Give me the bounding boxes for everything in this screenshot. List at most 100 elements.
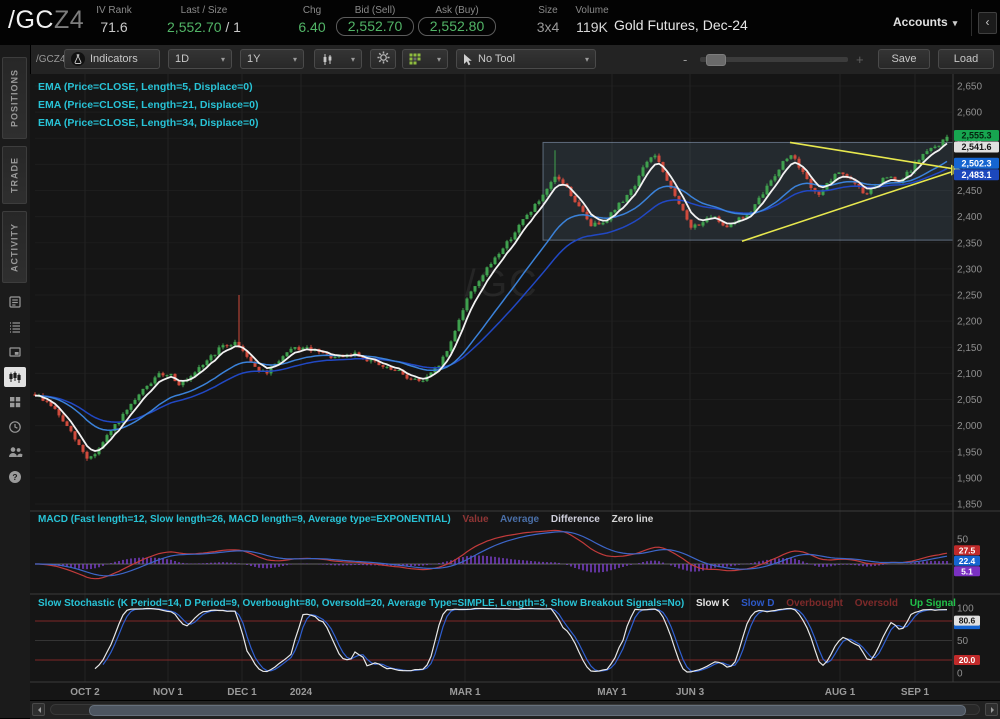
stoch-legend-slowd[interactable]: Slow D <box>741 598 774 609</box>
svg-text:SEP 1: SEP 1 <box>901 687 930 698</box>
drawing-tool-dropdown[interactable]: No Tool ▾ <box>456 49 596 69</box>
chg-field: Chg 6.40 <box>286 0 338 45</box>
svg-text:2,555.3: 2,555.3 <box>961 131 991 141</box>
indicators-label: Indicators <box>90 53 138 65</box>
last-size-field: Last / Size 2,552.70 / 1 <box>146 0 262 45</box>
instrument-description: Gold Futures, Dec-24 <box>614 17 748 33</box>
svg-text:2,400: 2,400 <box>957 212 982 223</box>
cursor-icon <box>463 53 473 66</box>
pattern-grid-icon <box>409 53 421 65</box>
macd-legend-zeroline[interactable]: Zero line <box>612 514 654 525</box>
macd-legend-difference[interactable]: Difference <box>551 514 600 525</box>
ema-21-label[interactable]: EMA (Price=CLOSE, Length=21, Displace=0) <box>38 96 258 114</box>
accounts-label: Accounts <box>893 15 948 29</box>
svg-text:2024: 2024 <box>290 687 313 698</box>
gear-icon <box>377 51 390 67</box>
accounts-dropdown[interactable]: Accounts▾ <box>893 15 957 29</box>
svg-text:2,502.3: 2,502.3 <box>961 158 991 168</box>
symbol-month: Z4 <box>54 6 84 34</box>
ask-label: Ask (Buy) <box>418 5 496 16</box>
stoch-legend-upsignal[interactable]: Up Signal <box>910 598 956 609</box>
macd-legend-value[interactable]: Value <box>462 514 488 525</box>
period-dropdown[interactable]: 1D ▾ <box>168 49 232 69</box>
zoom-out-button[interactable]: - <box>683 52 687 67</box>
size-field: Size 3x4 <box>527 0 569 45</box>
ema-5-label[interactable]: EMA (Price=CLOSE, Length=5, Displace=0) <box>38 78 258 96</box>
svg-text:2,100: 2,100 <box>957 369 982 380</box>
watchlist-icon[interactable] <box>4 317 26 337</box>
collapse-panel-button[interactable]: ‹ <box>978 12 997 34</box>
period-value: 1D <box>175 53 189 65</box>
left-sidebar: POSITIONS TRADE ACTIVITY ? <box>0 45 31 718</box>
svg-text:50: 50 <box>957 535 969 546</box>
scrollbar-thumb[interactable] <box>89 705 966 716</box>
load-button[interactable]: Load <box>938 49 994 69</box>
charts-icon[interactable] <box>4 367 26 387</box>
quote-header: /GCZ4 IV Rank 71.6 Last / Size 2,552.70 … <box>0 0 1000 46</box>
chart-style-dropdown[interactable]: ▾ <box>314 49 362 69</box>
last-value: 2,552.70 <box>167 19 222 35</box>
help-icon[interactable]: ? <box>4 467 26 487</box>
macd-legend-average[interactable]: Average <box>500 514 539 525</box>
svg-text:2,150: 2,150 <box>957 343 982 354</box>
svg-text:OCT 2: OCT 2 <box>70 687 100 698</box>
stoch-legend-oversold[interactable]: Oversold <box>855 598 898 609</box>
svg-text:2,483.1: 2,483.1 <box>961 170 991 180</box>
svg-text:2,350: 2,350 <box>957 238 982 249</box>
ema-34-label[interactable]: EMA (Price=CLOSE, Length=34, Displace=0) <box>38 114 258 132</box>
sidebar-tab-positions[interactable]: POSITIONS <box>2 57 27 139</box>
ask-button[interactable]: 2,552.80 <box>418 17 496 36</box>
sidebar-tab-activity[interactable]: ACTIVITY <box>2 211 27 283</box>
sidebar-tab-trade[interactable]: TRADE <box>2 146 27 204</box>
svg-text:DEC 1: DEC 1 <box>227 687 257 698</box>
volume-label: Volume <box>565 5 619 16</box>
chevron-down-icon: ▾ <box>287 55 297 64</box>
macd-study-row: MACD (Fast length=12, Slow length=26, MA… <box>38 514 958 525</box>
symbol-ticker[interactable]: /GCZ4 <box>8 6 84 35</box>
svg-text:MAY 1: MAY 1 <box>597 687 627 698</box>
ask-field: Ask (Buy) 2,552.80 <box>418 0 496 45</box>
zoom-slider-thumb[interactable] <box>706 54 726 66</box>
range-dropdown[interactable]: 1Y ▾ <box>240 49 304 69</box>
clock-icon[interactable] <box>4 417 26 437</box>
stoch-legend-overbought[interactable]: Overbought <box>786 598 843 609</box>
svg-text:AUG 1: AUG 1 <box>825 687 856 698</box>
svg-text:100: 100 <box>957 604 974 615</box>
iv-rank-field: IV Rank 71.6 <box>86 0 142 45</box>
tool-value: No Tool <box>478 53 515 65</box>
tab-label: ACTIVITY <box>10 223 20 272</box>
zoom-slider[interactable] <box>700 57 848 62</box>
horizontal-scrollbar[interactable] <box>30 700 1000 719</box>
svg-text:80.6: 80.6 <box>959 616 976 626</box>
bid-button[interactable]: 2,552.70 <box>336 17 414 36</box>
chart-settings-button[interactable] <box>370 49 396 69</box>
community-icon[interactable] <box>4 442 26 462</box>
svg-text:2,250: 2,250 <box>957 291 982 302</box>
patterns-dropdown[interactable]: ▾ <box>402 49 448 69</box>
svg-text:20.0: 20.0 <box>959 655 976 665</box>
chg-label: Chg <box>286 5 338 16</box>
svg-text:2,600: 2,600 <box>957 108 982 119</box>
scroll-right-button[interactable] <box>985 703 998 716</box>
chart-region: /GC2,6502,6002,5502,5002,4502,4002,3502,… <box>30 74 1000 700</box>
monitor-icon[interactable] <box>4 342 26 362</box>
scroll-left-button[interactable] <box>32 703 45 716</box>
save-label: Save <box>891 53 916 65</box>
apps-grid-icon[interactable] <box>4 392 26 412</box>
zoom-in-button[interactable]: + <box>856 52 864 67</box>
macd-label[interactable]: MACD (Fast length=12, Slow length=26, MA… <box>38 514 451 525</box>
news-icon[interactable] <box>4 292 26 312</box>
save-button[interactable]: Save <box>878 49 930 69</box>
toolbar-symbol-label: /GCZ4 <box>36 54 65 65</box>
stoch-legend-slowk[interactable]: Slow K <box>696 598 729 609</box>
tab-label: POSITIONS <box>10 69 20 127</box>
svg-text:1,850: 1,850 <box>957 500 982 511</box>
chevron-down-icon: ▾ <box>431 55 441 64</box>
svg-text:1,950: 1,950 <box>957 447 982 458</box>
scrollbar-track[interactable] <box>50 704 980 715</box>
last-size-label: Last / Size <box>146 5 262 16</box>
stoch-study-row: Slow Stochastic (K Period=14, D Period=9… <box>38 598 958 609</box>
stoch-label[interactable]: Slow Stochastic (K Period=14, D Period=9… <box>38 598 684 609</box>
indicators-button[interactable]: Indicators <box>64 49 160 69</box>
chevron-down-icon: ▾ <box>215 55 225 64</box>
